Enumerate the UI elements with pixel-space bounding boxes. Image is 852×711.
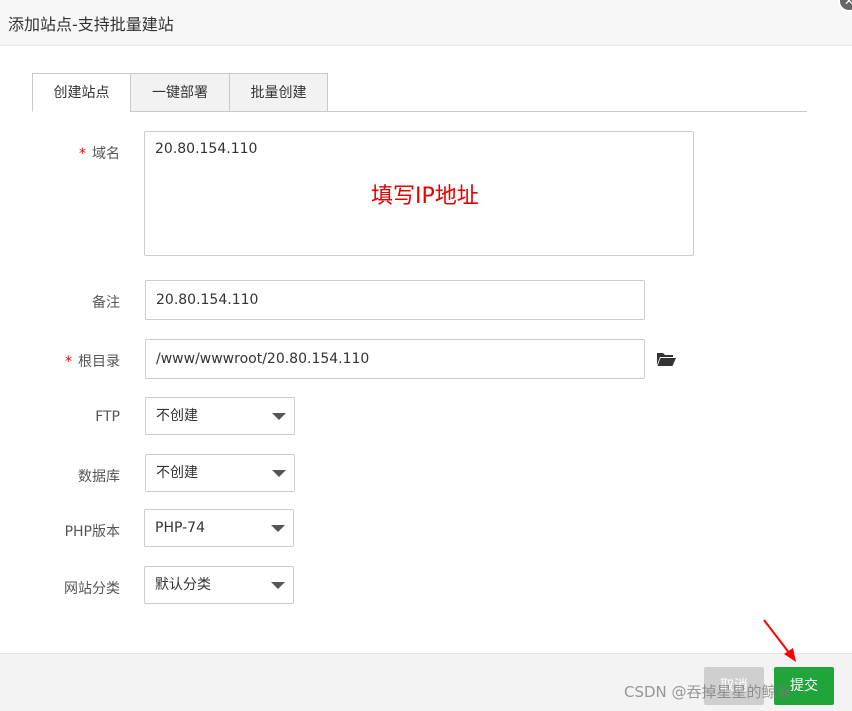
ftp-selected-value: 不创建	[156, 408, 198, 424]
caret-down-icon	[271, 525, 285, 532]
add-site-dialog: 添加站点-支持批量建站 ✕ 创建站点 一键部署 批量创建 * 域名 20.80.1…	[0, 0, 852, 711]
dialog-titlebar: 添加站点-支持批量建站	[0, 0, 852, 46]
php-version-selected-value: PHP-74	[155, 520, 205, 536]
root-dir-input[interactable]: /www/wwwroot/20.80.154.110	[145, 339, 645, 379]
tab-bar: 创建站点 一键部署 批量创建	[32, 73, 807, 112]
tab-one-click-deploy[interactable]: 一键部署	[130, 73, 230, 112]
domain-annotation: 填写IP地址	[371, 184, 479, 209]
folder-open-icon[interactable]	[656, 351, 676, 367]
remark-input[interactable]: 20.80.154.110	[145, 280, 645, 320]
caret-down-icon	[271, 582, 285, 589]
domain-label: * 域名	[79, 146, 120, 162]
required-mark: *	[65, 354, 72, 370]
required-mark: *	[79, 146, 86, 162]
php-version-label: PHP版本	[64, 524, 120, 540]
ftp-select[interactable]: 不创建	[145, 397, 295, 435]
red-arrow-icon	[763, 619, 796, 662]
php-version-select[interactable]: PHP-74	[144, 509, 294, 547]
caret-down-icon	[272, 413, 286, 420]
root-dir-label: * 根目录	[65, 354, 120, 370]
database-selected-value: 不创建	[156, 465, 198, 481]
tab-batch-create[interactable]: 批量创建	[229, 73, 328, 112]
remark-label: 备注	[92, 295, 120, 311]
site-category-selected-value: 默认分类	[155, 577, 211, 593]
database-label: 数据库	[78, 469, 120, 485]
site-category-label: 网站分类	[64, 581, 120, 597]
database-select[interactable]: 不创建	[145, 454, 295, 492]
ftp-label: FTP	[95, 409, 120, 425]
site-category-select[interactable]: 默认分类	[144, 566, 294, 604]
watermark: CSDN @吞掉星星的鲸鱼	[624, 683, 792, 701]
caret-down-icon	[272, 470, 286, 477]
tab-create-site[interactable]: 创建站点	[32, 73, 131, 112]
dialog-title: 添加站点-支持批量建站	[8, 15, 174, 34]
